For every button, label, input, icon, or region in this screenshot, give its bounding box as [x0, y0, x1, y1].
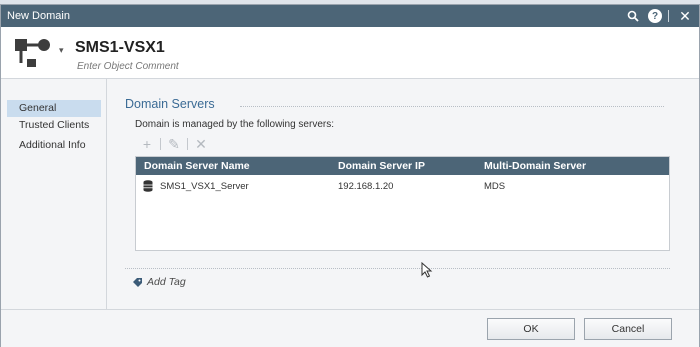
cell-server-ip: 192.168.1.20: [338, 181, 394, 192]
object-header: ▾ SMS1-VSX1 Enter Object Comment: [1, 27, 699, 79]
chevron-down-icon[interactable]: ▾: [59, 45, 64, 56]
mouse-cursor-icon: [421, 262, 433, 278]
add-tag-label: Add Tag: [147, 276, 186, 288]
dialog-footer: OK Cancel: [1, 309, 699, 347]
domain-servers-table: Domain Server Name Domain Server IP Mult…: [135, 156, 670, 251]
general-panel: Domain Servers Domain is managed by the …: [108, 79, 698, 309]
new-domain-dialog: New Domain ? ✕ ▾ SMS1-VSX1 Enter Object …: [0, 4, 700, 347]
tag-icon: [133, 277, 142, 287]
object-comment-field[interactable]: Enter Object Comment: [77, 61, 179, 72]
section-divider: [240, 106, 664, 107]
table-row[interactable]: SMS1_VSX1_Server 192.168.1.20 MDS: [136, 179, 669, 195]
ok-button[interactable]: OK: [487, 318, 575, 340]
sidebar-item-trusted-clients[interactable]: Trusted Clients: [7, 117, 101, 134]
cell-server-name: SMS1_VSX1_Server: [160, 181, 249, 192]
title-bar: New Domain ? ✕: [1, 5, 699, 27]
toolbar-divider: [187, 138, 188, 150]
cell-mds: MDS: [484, 181, 506, 192]
remove-server-button[interactable]: ✕: [192, 136, 210, 152]
add-tag-link[interactable]: Add Tag: [133, 276, 186, 288]
servers-toolbar: + ✎ ✕: [138, 136, 210, 153]
window-title: New Domain: [7, 10, 70, 22]
close-icon[interactable]: ✕: [677, 8, 693, 24]
help-icon-glyph: ?: [648, 9, 662, 23]
sidebar-item-additional-info[interactable]: Additional Info: [7, 137, 101, 154]
add-server-button[interactable]: +: [138, 136, 156, 152]
edit-server-button[interactable]: ✎: [165, 136, 183, 152]
database-icon: [143, 180, 153, 192]
sidebar: General Trusted Clients Additional Info: [1, 79, 107, 309]
servers-description: Domain is managed by the following serve…: [135, 119, 334, 130]
cancel-button[interactable]: Cancel: [584, 318, 672, 340]
column-header-server-name[interactable]: Domain Server Name: [144, 160, 250, 172]
table-header: Domain Server Name Domain Server IP Mult…: [136, 157, 669, 175]
tags-divider: [125, 268, 670, 269]
domain-object-icon[interactable]: [13, 37, 57, 69]
help-icon[interactable]: ?: [647, 8, 663, 24]
column-header-multi-domain-server[interactable]: Multi-Domain Server: [484, 160, 586, 172]
sidebar-item-general[interactable]: General: [7, 100, 101, 117]
toolbar-divider: [160, 138, 161, 150]
titlebar-divider: [667, 8, 669, 24]
column-header-server-ip[interactable]: Domain Server IP: [338, 160, 425, 172]
section-title-domain-servers: Domain Servers: [125, 97, 215, 111]
search-icon[interactable]: [625, 8, 641, 24]
object-name[interactable]: SMS1-VSX1: [75, 39, 165, 57]
